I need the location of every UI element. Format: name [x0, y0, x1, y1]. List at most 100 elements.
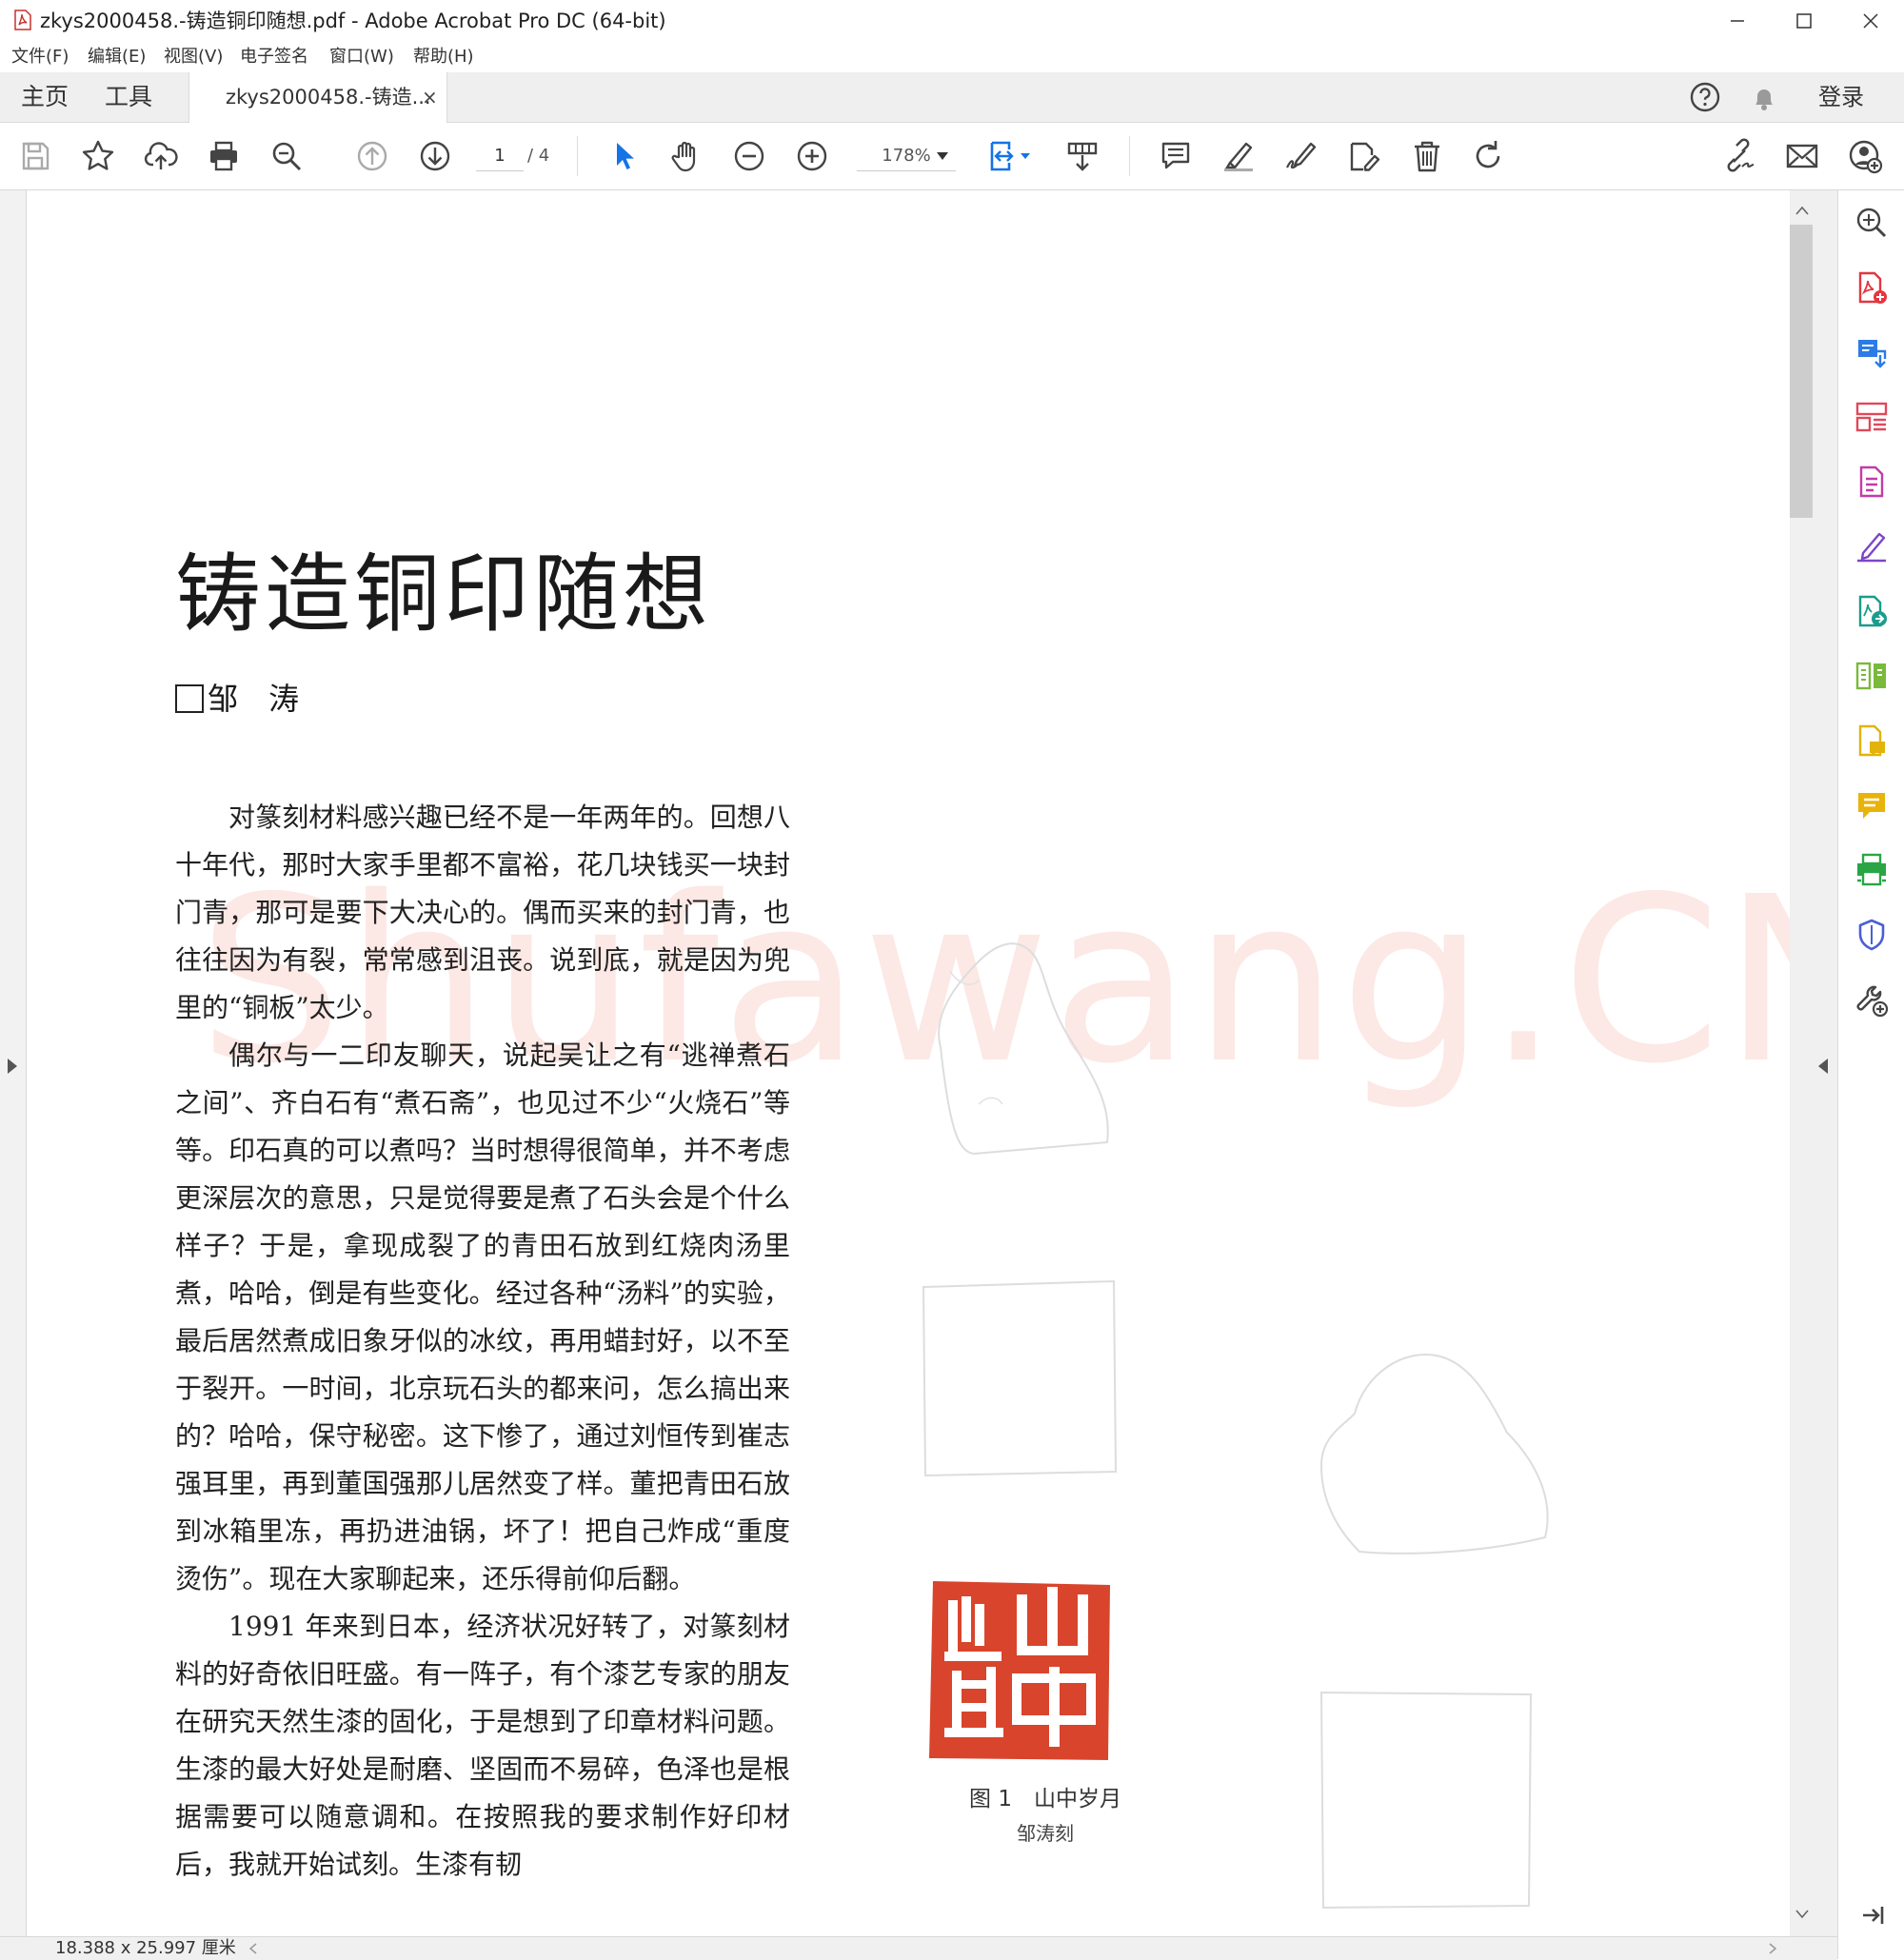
export-pdf-tool[interactable] — [1851, 331, 1893, 373]
stone-illustration-3 — [1319, 1354, 1549, 1554]
menu-window[interactable]: 窗口(W) — [329, 44, 394, 70]
article-body: 对篆刻材料感兴趣已经不是一年两年的。回想八十年代，那时大家手里都不富裕，花几块钱… — [175, 794, 790, 1889]
close-tab-button[interactable]: × — [422, 72, 438, 122]
share-pdf-icon — [1858, 595, 1887, 627]
close-window-button[interactable] — [1837, 0, 1904, 42]
chevron-left-icon[interactable] — [1818, 1059, 1828, 1074]
fit-page-button[interactable] — [982, 134, 1040, 178]
maximize-icon — [1796, 13, 1812, 29]
rotate-icon — [1476, 141, 1500, 168]
tab-bar: 主页 工具 zkys2000458.-铸造... × 登录 — [0, 72, 1904, 123]
share-link-button[interactable] — [1717, 134, 1761, 178]
scroll-mode-button[interactable] — [1061, 134, 1104, 178]
scroll-left-arrow-icon[interactable] — [249, 1943, 257, 1954]
edit-pdf-tool[interactable] — [1851, 461, 1893, 503]
find-button[interactable] — [265, 134, 308, 178]
right-tools-panel — [1837, 190, 1904, 1959]
select-tool-button[interactable] — [602, 134, 645, 178]
zoom-scan-icon — [1856, 208, 1887, 238]
cloud-upload-icon — [144, 142, 178, 169]
rotate-button[interactable] — [1466, 134, 1510, 178]
upload-cloud-button[interactable] — [139, 134, 183, 178]
page-number-input[interactable]: 1 — [476, 142, 524, 171]
comment-bubble-icon — [1858, 793, 1885, 819]
scroll-down-arrow-icon[interactable] — [1795, 1910, 1809, 1919]
author-marker-box — [175, 684, 204, 713]
scroll-right-arrow-icon[interactable] — [1769, 1943, 1776, 1954]
maximize-button[interactable] — [1771, 0, 1837, 42]
notification-bell-icon[interactable] — [1748, 81, 1780, 113]
search-icon — [272, 142, 302, 171]
menu-edit[interactable]: 编辑(E) — [88, 44, 146, 70]
highlight-button[interactable] — [1217, 134, 1260, 178]
sign-pen-icon — [1286, 142, 1317, 169]
fill-sign-icon — [1857, 532, 1886, 563]
print-button[interactable] — [202, 134, 246, 178]
mail-icon — [1786, 144, 1818, 168]
minus-circle-icon — [734, 141, 764, 171]
highlighter-icon — [1224, 142, 1253, 171]
menu-view[interactable]: 视图(V) — [164, 44, 223, 70]
minimize-button[interactable] — [1704, 0, 1771, 42]
tab-document[interactable]: zkys2000458.-铸造... × — [188, 72, 447, 123]
hand-tool-button[interactable] — [664, 134, 708, 178]
collapse-right-icon — [1863, 1907, 1884, 1924]
menu-help[interactable]: 帮助(H) — [413, 44, 474, 70]
printer-icon — [210, 141, 237, 171]
next-page-button[interactable] — [413, 134, 457, 178]
request-signatures-icon — [1858, 724, 1885, 757]
scrollbar-thumb[interactable] — [1790, 225, 1813, 518]
toolbar-divider — [1129, 136, 1130, 176]
toolbar: 1 / 4 178% — [0, 123, 1904, 190]
previous-page-button[interactable] — [350, 134, 394, 178]
protect-tool[interactable] — [1851, 914, 1893, 956]
tab-tools[interactable]: 工具 — [105, 72, 152, 122]
create-pdf-tool[interactable] — [1851, 267, 1893, 308]
bookmark-button[interactable] — [76, 134, 120, 178]
left-panel-toggle-strip[interactable] — [0, 190, 27, 1936]
comment-button[interactable] — [1154, 134, 1198, 178]
fill-sign-button[interactable] — [1279, 134, 1323, 178]
fill-sign-tool[interactable] — [1851, 525, 1893, 567]
collapse-panel-button[interactable] — [1851, 1894, 1893, 1936]
sign-in-link[interactable]: 登录 — [1818, 72, 1864, 122]
help-icon[interactable] — [1689, 81, 1721, 113]
menu-esign[interactable]: 电子签名 — [240, 44, 308, 70]
edit-pdf-icon — [1859, 465, 1884, 498]
edit-pdf-button[interactable] — [1342, 134, 1386, 178]
organize-pages-tool[interactable] — [1851, 396, 1893, 438]
minimize-icon — [1731, 20, 1744, 22]
scroll-mode-icon — [1067, 142, 1098, 171]
author-name: 邹 涛 — [208, 681, 300, 717]
zoom-in-button[interactable] — [790, 134, 834, 178]
add-person-icon — [1849, 140, 1883, 174]
stone-illustration-4 — [1319, 1691, 1533, 1910]
toolbar-divider — [577, 136, 578, 176]
acrobat-pdf-icon — [14, 10, 31, 30]
save-button[interactable] — [13, 134, 57, 178]
delete-button[interactable] — [1405, 134, 1449, 178]
chevron-right-icon[interactable] — [8, 1059, 17, 1074]
wrench-add-icon — [1856, 985, 1889, 1018]
compare-icon — [1855, 662, 1886, 690]
trash-icon — [1415, 141, 1439, 172]
comment-tool[interactable] — [1851, 720, 1893, 762]
zoom-out-button[interactable] — [727, 134, 771, 178]
chevron-down-icon[interactable] — [937, 152, 948, 160]
cursor-arrow-icon — [617, 143, 634, 169]
comment-panel-tool[interactable] — [1851, 784, 1893, 826]
tab-home[interactable]: 主页 — [21, 72, 69, 122]
enhance-scan-tool[interactable] — [1851, 202, 1893, 244]
paragraph: 偶尔与一二印友聊天，说起吴让之有“逃禅煮石之间”、齐白石有“煮石斋”，也见过不少… — [175, 1039, 790, 1594]
window-title: zkys2000458.-铸造铜印随想.pdf - Adobe Acrobat … — [40, 10, 666, 32]
plus-circle-icon — [797, 141, 827, 171]
print-production-tool[interactable] — [1851, 849, 1893, 891]
menu-file[interactable]: 文件(F) — [11, 44, 69, 70]
send-for-review-tool[interactable] — [1851, 590, 1893, 632]
email-button[interactable] — [1780, 134, 1824, 178]
scroll-up-arrow-icon[interactable] — [1795, 206, 1809, 215]
more-tools[interactable] — [1851, 979, 1893, 1020]
star-icon — [82, 140, 114, 170]
add-user-button[interactable] — [1843, 134, 1887, 178]
compare-files-tool[interactable] — [1851, 655, 1893, 697]
